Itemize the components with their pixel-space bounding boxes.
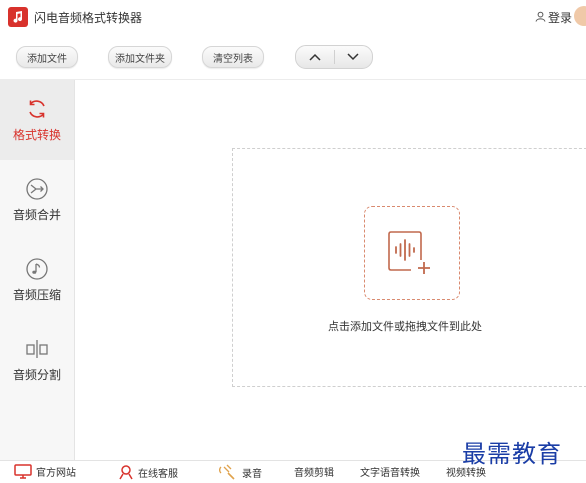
footer-item-label: 在线客服 [138, 468, 178, 480]
drop-hint-text: 点击添加文件或拖拽文件到此处 [328, 320, 482, 333]
footer-online-support[interactable]: 在线客服 [118, 464, 178, 480]
move-buttons [295, 45, 373, 69]
footer-item-label: 文字语音转换 [360, 468, 420, 479]
user-icon [535, 11, 546, 25]
clear-list-button[interactable]: 清空列表 [202, 46, 264, 68]
move-down-button[interactable] [335, 46, 373, 68]
sidebar-item-audio-split[interactable]: 音频分割 [0, 320, 74, 400]
sidebar-item-audio-compress[interactable]: 音频压缩 [0, 240, 74, 320]
footer-item-label: 官方网站 [36, 468, 76, 479]
login-label: 登录 [547, 11, 572, 25]
add-file-button[interactable]: 添加文件 [16, 46, 78, 68]
login-button[interactable]: 登录 [535, 9, 572, 26]
support-icon [119, 465, 133, 480]
sidebar-item-label: 音频合并 [12, 208, 61, 222]
add-folder-button[interactable]: 添加文件夹 [108, 46, 172, 68]
app-logo-icon [8, 7, 28, 27]
footer-item-label: 录音 [242, 468, 262, 480]
chevron-down-icon [347, 53, 359, 61]
sidebar-item-format-convert[interactable]: 格式转换 [0, 80, 74, 160]
add-audio-button[interactable] [364, 206, 460, 300]
sidebar: 格式转换 音频合并 音频压缩 音频分割 [0, 80, 75, 460]
split-icon [26, 340, 48, 358]
app-title: 闪电音频格式转换器 [34, 11, 143, 25]
footer-item-label: 音频剪辑 [294, 468, 334, 479]
footer-record[interactable]: 录音 [218, 464, 262, 480]
sidebar-item-audio-merge[interactable]: 音频合并 [0, 160, 74, 240]
title-bar: 闪电音频格式转换器 登录 [0, 0, 586, 35]
monitor-icon [14, 464, 32, 479]
record-icon [219, 464, 235, 480]
sidebar-item-label: 音频压缩 [12, 288, 61, 302]
watermark: 最需教育 [462, 440, 562, 468]
avatar[interactable] [574, 6, 586, 26]
toolbar: 添加文件 添加文件夹 清空列表 [0, 34, 586, 80]
move-up-button[interactable] [296, 46, 334, 68]
add-audio-icon [388, 231, 430, 274]
chevron-up-icon [309, 53, 321, 61]
sidebar-item-label: 格式转换 [12, 128, 61, 142]
merge-icon [26, 178, 48, 200]
footer-text-to-speech[interactable]: 文字语音转换 [360, 464, 420, 479]
refresh-icon [29, 100, 45, 118]
footer-official-site[interactable]: 官方网站 [14, 464, 76, 479]
footer-audio-edit[interactable]: 音频剪辑 [294, 464, 334, 479]
music-note-icon [26, 258, 48, 280]
sidebar-item-label: 音频分割 [12, 368, 61, 382]
